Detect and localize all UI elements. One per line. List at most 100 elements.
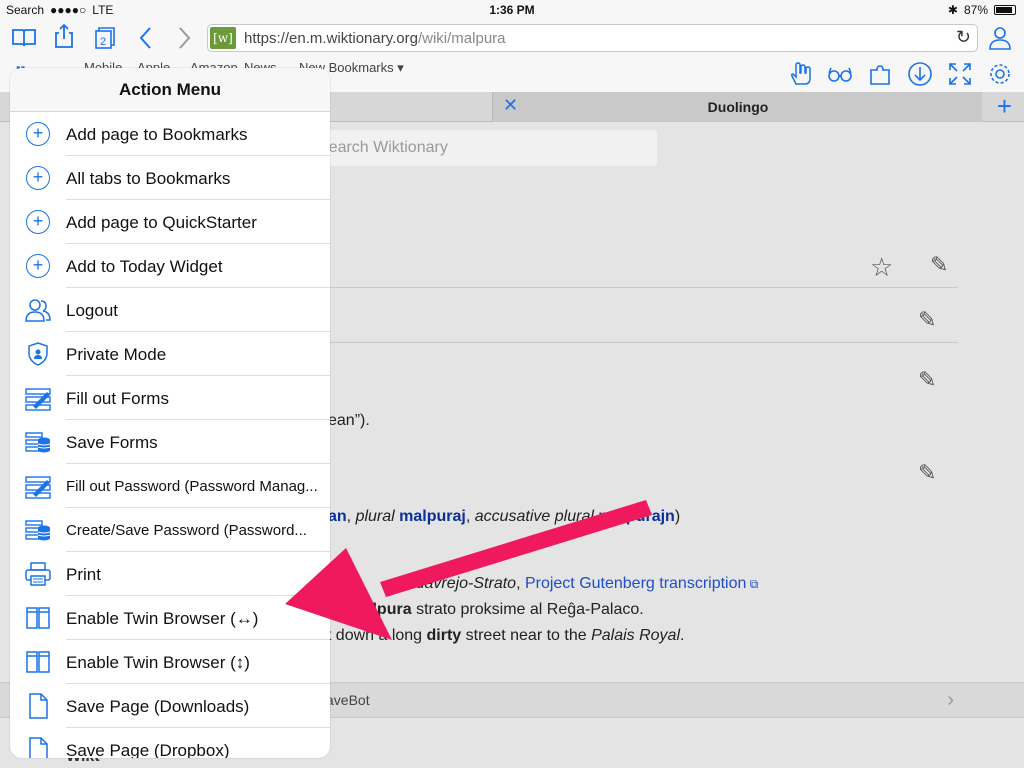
menu-item-save-forms[interactable]: Save Forms: [10, 420, 330, 464]
menu-item-label: Logout: [66, 301, 118, 320]
users-icon: [25, 299, 51, 322]
new-tab-plus-icon[interactable]: +: [997, 91, 1012, 122]
menu-item-label: Enable Twin Browser (↔): [66, 609, 259, 628]
site-favicon: [w]: [210, 27, 236, 49]
tabs-count-icon[interactable]: 2: [90, 24, 118, 52]
menu-item-label: Enable Twin Browser (↕): [66, 653, 250, 672]
plus-circle-icon: +: [26, 122, 50, 146]
example-eo-post: strato proksime al Reĝa-Palaco.: [416, 601, 644, 618]
edit-pencil-icon[interactable]: ✎: [918, 367, 936, 393]
plus-circle-icon: +: [26, 210, 50, 234]
plural-label: plural: [355, 508, 395, 525]
wiktionary-search-input[interactable]: Search Wiktionary: [310, 130, 657, 166]
menu-item-add-quickstarter[interactable]: + Add page to QuickStarter: [10, 200, 330, 244]
plus-circle-icon: +: [26, 166, 50, 190]
menu-item-label: Add to Today Widget: [66, 257, 223, 276]
menu-item-save-page-dropbox[interactable]: Save Page (Dropbox): [10, 728, 330, 758]
example-eo-bold: malpura: [349, 601, 412, 618]
accusative-label: accusative plural: [474, 508, 594, 525]
document-icon: [29, 693, 48, 719]
external-link-icon: ⧉: [746, 577, 759, 591]
bluetooth-icon: ✱: [947, 3, 958, 17]
gutenberg-link[interactable]: Project Gutenberg transcription: [525, 575, 746, 592]
shield-icon: [28, 342, 48, 366]
menu-item-label: Private Mode: [66, 345, 167, 364]
download-icon[interactable]: [906, 60, 934, 88]
user-icon[interactable]: [986, 24, 1014, 52]
menu-item-label: Fill out Forms: [66, 389, 169, 408]
menu-item-logout[interactable]: Logout: [10, 288, 330, 332]
extensions-icon[interactable]: [866, 60, 894, 88]
svg-text:2: 2: [100, 36, 106, 48]
fullscreen-icon[interactable]: [946, 60, 974, 88]
edit-pencil-icon[interactable]: ✎: [930, 252, 948, 278]
status-bar: Search ●●●●○ LTE 1:36 PM ✱ 87%: [0, 0, 1024, 20]
battery-icon: [994, 5, 1016, 15]
menu-item-label: Add page to QuickStarter: [66, 213, 257, 232]
example-en-mid: street near to the: [465, 627, 587, 644]
footer-text: aveBot: [326, 692, 370, 708]
forward-arrow-icon[interactable]: [170, 24, 198, 52]
database-icon: [25, 520, 51, 541]
document-icon: [29, 737, 48, 758]
definition-text: ean”).: [328, 412, 370, 429]
menu-item-save-page-downloads[interactable]: Save Page (Downloads): [10, 684, 330, 728]
url-path: /wiki/malpura: [417, 30, 506, 47]
menu-item-label: Print: [66, 565, 101, 584]
url-text[interactable]: https://en.m.wiktionary.org/wiki/malpura: [244, 30, 506, 47]
example-en-bold: dirty: [426, 627, 462, 644]
tab-duolingo[interactable]: ✕ Duolingo: [492, 92, 982, 122]
menu-item-all-tabs-bookmarks[interactable]: + All tabs to Bookmarks: [10, 156, 330, 200]
twin-browser-icon: [26, 607, 50, 629]
inflection-suffix[interactable]: an: [328, 508, 347, 525]
citation-line: Kadavrejo-Strato, Project Gutenberg tran…: [396, 575, 759, 592]
menu-item-label: Create/Save Password (Password...: [66, 522, 307, 539]
glasses-icon[interactable]: [826, 60, 854, 88]
hand-icon[interactable]: [786, 60, 814, 88]
example-en-pre: nt down a long: [318, 627, 423, 644]
menu-item-print[interactable]: Print: [10, 552, 330, 596]
divider: [330, 287, 958, 288]
menu-item-twin-browser-vertical[interactable]: Enable Twin Browser (↕): [10, 640, 330, 684]
url-host: https://en.m.wiktionary.org: [244, 30, 418, 47]
menu-item-create-password[interactable]: Create/Save Password (Password...: [10, 508, 330, 552]
edit-pencil-icon[interactable]: ✎: [918, 460, 936, 486]
search-placeholder: Search Wiktionary: [318, 139, 448, 156]
reload-icon[interactable]: ↻: [956, 27, 971, 48]
action-menu-title: Action Menu: [10, 68, 330, 112]
menu-item-add-today-widget[interactable]: + Add to Today Widget: [10, 244, 330, 288]
menu-item-label: Fill out Password (Password Manag...: [66, 478, 318, 495]
form-pen-icon: [25, 388, 51, 411]
form-pen-icon: [25, 476, 51, 499]
share-icon[interactable]: [50, 22, 78, 50]
url-bar[interactable]: [w] https://en.m.wiktionary.org/wiki/mal…: [207, 24, 978, 52]
menu-item-add-page-bookmarks[interactable]: + Add page to Bookmarks: [10, 112, 330, 156]
menu-item-label: Save Page (Dropbox): [66, 741, 230, 758]
battery-percent: 87%: [963, 3, 988, 17]
accusative-word-link[interactable]: malpurajn: [598, 508, 674, 525]
gear-icon[interactable]: [986, 60, 1014, 88]
menu-item-label: Add page to Bookmarks: [66, 125, 248, 144]
twin-browser-icon: [26, 651, 50, 673]
example-english: nt down a long dirty street near to the …: [318, 627, 684, 645]
book-icon[interactable]: [10, 24, 38, 52]
divider: [330, 342, 958, 343]
printer-icon: [25, 562, 51, 586]
menu-item-twin-browser-horizontal[interactable]: Enable Twin Browser (↔): [10, 596, 330, 640]
edit-pencil-icon[interactable]: ✎: [918, 307, 936, 333]
menu-item-label: All tabs to Bookmarks: [66, 169, 231, 188]
chevron-right-icon: ›: [947, 689, 954, 711]
menu-item-label: Save Page (Downloads): [66, 697, 250, 716]
action-menu-popover: Action Menu + Add page to Bookmarks + Al…: [10, 68, 330, 758]
example-esperanto: a malpura strato proksime al Reĝa-Palaco…: [336, 601, 644, 619]
inflection-line: an, plural malpuraj, accusative plural m…: [328, 508, 681, 525]
example-en-end: .: [680, 627, 685, 644]
tab-title: Duolingo: [707, 99, 769, 115]
menu-item-fill-forms[interactable]: Fill out Forms: [10, 376, 330, 420]
star-icon[interactable]: ☆: [870, 252, 893, 283]
back-arrow-icon[interactable]: [132, 24, 160, 52]
plural-word-link[interactable]: malpuraj: [399, 508, 466, 525]
menu-item-private-mode[interactable]: Private Mode: [10, 332, 330, 376]
menu-item-fill-password[interactable]: Fill out Password (Password Manag...: [10, 464, 330, 508]
database-icon: [25, 432, 51, 453]
